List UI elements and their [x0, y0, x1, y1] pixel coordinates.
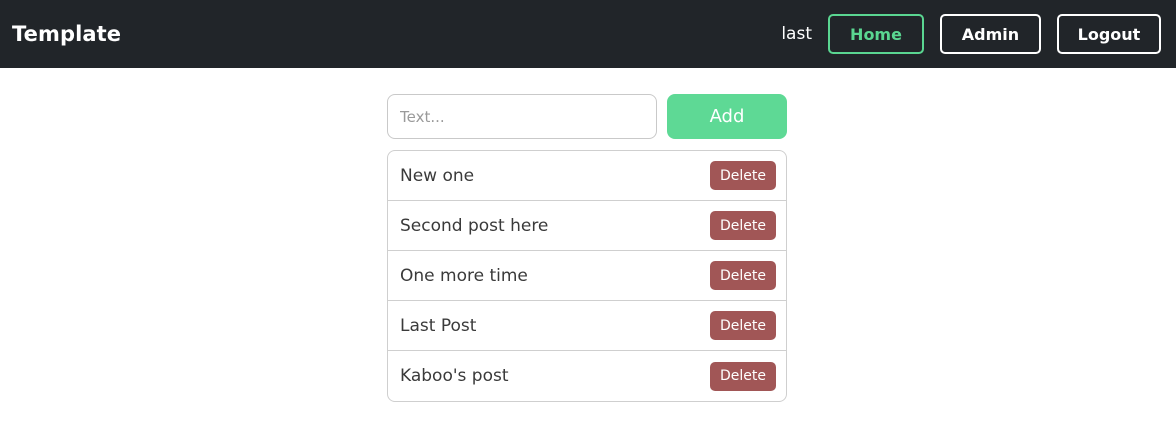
logout-button[interactable]: Logout	[1057, 14, 1161, 54]
post-text-input[interactable]	[387, 94, 657, 139]
list-item: One more time Delete	[388, 251, 786, 301]
delete-button[interactable]: Delete	[710, 361, 776, 391]
main-content: Add New one Delete Second post here Dele…	[387, 94, 787, 402]
brand-title: Template	[12, 22, 122, 46]
delete-button[interactable]: Delete	[710, 261, 776, 290]
post-text: Kaboo's post	[400, 366, 509, 386]
delete-button[interactable]: Delete	[710, 211, 776, 240]
home-button[interactable]: Home	[828, 14, 924, 54]
post-text: New one	[400, 165, 475, 186]
add-button[interactable]: Add	[667, 94, 787, 139]
list-item: Last Post Delete	[388, 301, 786, 351]
delete-button[interactable]: Delete	[710, 311, 776, 340]
list-item: Second post here Delete	[388, 201, 786, 251]
delete-button[interactable]: Delete	[710, 161, 776, 190]
post-list: New one Delete Second post here Delete O…	[387, 150, 787, 402]
post-text: Last Post	[400, 315, 477, 336]
navbar: Template last Home Admin Logout	[0, 0, 1176, 68]
admin-button[interactable]: Admin	[940, 14, 1041, 54]
nav-right: last Home Admin Logout	[781, 14, 1161, 54]
post-text: Second post here	[400, 215, 549, 236]
list-item: Kaboo's post Delete	[388, 351, 786, 401]
username-label: last	[781, 24, 812, 44]
list-item: New one Delete	[388, 151, 786, 201]
add-post-row: Add	[387, 94, 787, 139]
post-text: One more time	[400, 265, 528, 286]
